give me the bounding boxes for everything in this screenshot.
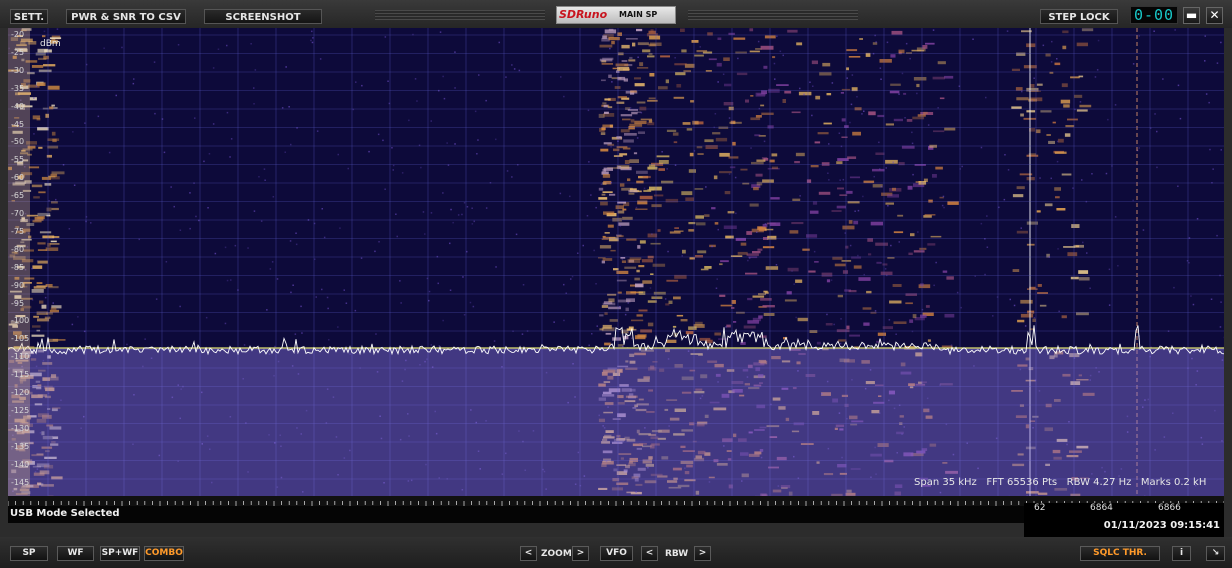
y-axis-unit: dBm	[40, 39, 61, 49]
below-squelch-shade	[8, 348, 1224, 496]
status-message: USB Mode Selected	[10, 508, 120, 519]
y-tick-label: -30	[11, 65, 25, 75]
resize-arrow-icon: ↘	[1211, 548, 1220, 558]
y-tick-label: -40	[11, 101, 25, 111]
resize-handle[interactable]: ↘	[1206, 546, 1225, 561]
y-tick-label: -65	[11, 191, 25, 201]
pwr-snr-csv-button[interactable]: PWR & SNR TO CSV	[66, 9, 186, 24]
rbw-increase-button[interactable]: >	[694, 546, 711, 561]
y-tick-label: -45	[11, 119, 25, 129]
info-icon: i	[1179, 548, 1184, 558]
channel-digit-display: 0-00	[1130, 6, 1178, 24]
y-tick-label: -55	[11, 155, 25, 165]
sdruno-main-spectrum-window: SETT. PWR & SNR TO CSV SCREENSHOT SDRuno…	[0, 0, 1232, 568]
wf-mode-button[interactable]: WF	[57, 546, 94, 561]
sp-wf-mode-button[interactable]: SP+WF	[100, 546, 140, 561]
y-tick-label: -135	[11, 441, 30, 451]
spectrum-waterfall-display[interactable]: -20 -25 -30 -35 -40 -45 -50 -55 -60 -65 -70 -75 -80 -…	[8, 28, 1224, 496]
y-tick-label: -80	[11, 244, 25, 254]
y-tick-label: -50	[11, 137, 25, 147]
y-tick-label: -70	[11, 209, 25, 218]
rbw-label: RBW	[665, 549, 689, 559]
top-toolbar: SETT. PWR & SNR TO CSV SCREENSHOT SDRuno…	[0, 0, 1232, 28]
spectrum-canvas	[8, 28, 1224, 496]
freq-label-2: 6864	[1090, 503, 1113, 513]
sp-mode-button[interactable]: SP	[10, 546, 48, 561]
y-tick-label: -115	[11, 370, 30, 380]
close-button[interactable]: ✕	[1206, 7, 1223, 24]
y-tick-label: -25	[11, 47, 25, 57]
zoom-label: ZOOM	[541, 549, 572, 559]
date-time-display: 01/11/2023 09:15:41	[1103, 520, 1220, 531]
window-mode-label: MAIN SP	[619, 10, 658, 19]
info-button[interactable]: i	[1172, 546, 1191, 561]
y-tick-label: -120	[11, 388, 30, 397]
y-tick-label: -140	[11, 459, 30, 469]
y-tick-label: -145	[11, 477, 30, 487]
step-lock-button[interactable]: STEP LOCK	[1040, 9, 1118, 24]
y-tick-label: -95	[11, 298, 25, 308]
chevron-right-icon: >	[576, 548, 585, 558]
y-tick-label: -20	[11, 30, 25, 39]
sdruno-logo: SDRuno MAIN SP	[556, 6, 676, 24]
y-axis-labels: -20 -25 -30 -35 -40 -45 -50 -55 -60 -65 -70 -75 -80 -…	[8, 28, 48, 496]
y-tick-label: -75	[11, 226, 25, 236]
minimize-icon: ▬	[1185, 8, 1198, 22]
drag-grip-right[interactable]	[688, 10, 858, 20]
vfo-button[interactable]: VFO	[600, 546, 633, 561]
rbw-decrease-button[interactable]: <	[641, 546, 658, 561]
sqlc-threshold-button[interactable]: SQLC THR.	[1080, 546, 1160, 561]
y-tick-label: -60	[11, 173, 25, 183]
y-tick-label: -35	[11, 83, 25, 93]
chevron-right-icon: >	[698, 548, 707, 558]
frequency-readout-box: 62 6864 6866 01/11/2023 09:15:41	[1024, 503, 1224, 537]
y-tick-label: -110	[11, 352, 30, 362]
fft-info-readout: Span 35 kHz FFT 65536 Pts RBW 4.27 Hz Ma…	[914, 477, 1207, 488]
bottom-toolbar: SP WF SP+WF COMBO < ZOOM > VFO < RBW > S…	[0, 537, 1232, 568]
y-tick-label: -90	[11, 280, 25, 290]
y-tick-label: -85	[11, 262, 25, 272]
minimize-button[interactable]: ▬	[1183, 7, 1200, 24]
settings-button[interactable]: SETT.	[10, 9, 48, 24]
drag-grip-left[interactable]	[375, 10, 545, 20]
brand-name: SDRuno	[559, 8, 608, 21]
y-tick-label: -125	[11, 405, 30, 415]
freq-label-1: 62	[1034, 503, 1046, 513]
zoom-out-button[interactable]: <	[520, 546, 537, 561]
combo-mode-button[interactable]: COMBO	[144, 546, 184, 561]
close-icon: ✕	[1209, 8, 1220, 22]
chevron-left-icon: <	[524, 548, 533, 558]
screenshot-button[interactable]: SCREENSHOT	[204, 9, 322, 24]
chevron-left-icon: <	[645, 548, 654, 558]
freq-label-3: 6866	[1158, 503, 1181, 513]
zoom-in-button[interactable]: >	[572, 546, 589, 561]
y-tick-label: -105	[11, 334, 30, 344]
y-tick-label: -130	[11, 423, 30, 433]
y-tick-label: -100	[11, 316, 30, 326]
